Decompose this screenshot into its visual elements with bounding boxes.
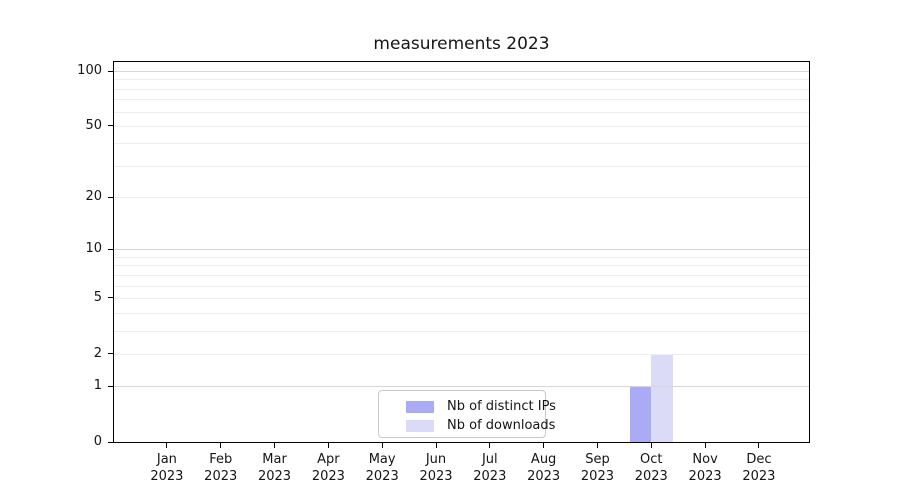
gridline <box>114 111 809 113</box>
gridline <box>114 297 809 299</box>
gridline <box>114 79 809 81</box>
y-tickmark <box>108 196 113 198</box>
legend-label-downloads: Nb of downloads <box>447 418 556 433</box>
plot-area <box>113 61 810 443</box>
x-tickmark <box>596 443 598 448</box>
gridline <box>114 256 809 258</box>
x-tickmark <box>220 443 222 448</box>
x-tickmark <box>704 443 706 448</box>
y-tickmark <box>108 385 113 387</box>
x-tickmark <box>327 443 329 448</box>
y-tick-label: 1 <box>93 378 102 394</box>
x-tickmark <box>650 443 652 448</box>
x-tickmark <box>166 443 168 448</box>
gridline <box>114 99 809 101</box>
x-tickmark <box>381 443 383 448</box>
gridline <box>114 274 809 276</box>
gridline <box>114 386 809 388</box>
gridline <box>114 143 809 145</box>
x-tickmark <box>543 443 545 448</box>
gridline <box>114 330 809 332</box>
legend-label-distinct-ips: Nb of distinct IPs <box>447 399 556 414</box>
y-tick-label: 20 <box>85 189 102 205</box>
y-tick-label: 50 <box>85 117 102 133</box>
gridline <box>114 165 809 167</box>
y-tickmark <box>108 125 113 127</box>
legend-item-distinct-ips: Nb of distinct IPs <box>379 397 556 416</box>
y-tick-label: 0 <box>93 434 102 449</box>
y-tickmark <box>108 70 113 72</box>
y-tickmark <box>108 441 113 443</box>
y-tick-label: 100 <box>77 63 102 79</box>
x-tickmark <box>435 443 437 448</box>
figure: measurements 2023 0 1 2 5 10 20 50 100 Jan 2023 Fe… <box>0 0 900 500</box>
x-tick-label: Dec 2023 <box>742 452 776 484</box>
gridline <box>114 353 809 355</box>
gridline <box>114 125 809 127</box>
y-tickmark <box>108 248 113 250</box>
gridline <box>114 312 809 314</box>
y-tickmark <box>108 353 113 355</box>
legend-swatch-downloads <box>406 419 434 432</box>
y-tickmark <box>108 297 113 299</box>
y-tick-label: 5 <box>93 289 102 305</box>
legend-swatch-distinct-ips <box>406 400 434 413</box>
gridline <box>114 265 809 267</box>
gridline <box>114 197 809 199</box>
x-tickmark <box>758 443 760 448</box>
gridline <box>114 285 809 287</box>
y-tick-label: 10 <box>85 241 102 257</box>
gridline <box>114 249 809 251</box>
bar-distinct-ips-oct-2023 <box>629 386 652 442</box>
chart-title: measurements 2023 <box>373 34 550 54</box>
bar-downloads-oct-2023 <box>651 353 673 442</box>
y-tick-label: 2 <box>93 345 102 361</box>
x-tickmark <box>274 443 276 448</box>
legend-item-downloads: Nb of downloads <box>379 416 555 435</box>
legend: Nb of distinct IPs Nb of downloads <box>378 390 556 438</box>
gridline <box>114 71 809 73</box>
gridline <box>114 88 809 90</box>
x-tickmark <box>489 443 491 448</box>
